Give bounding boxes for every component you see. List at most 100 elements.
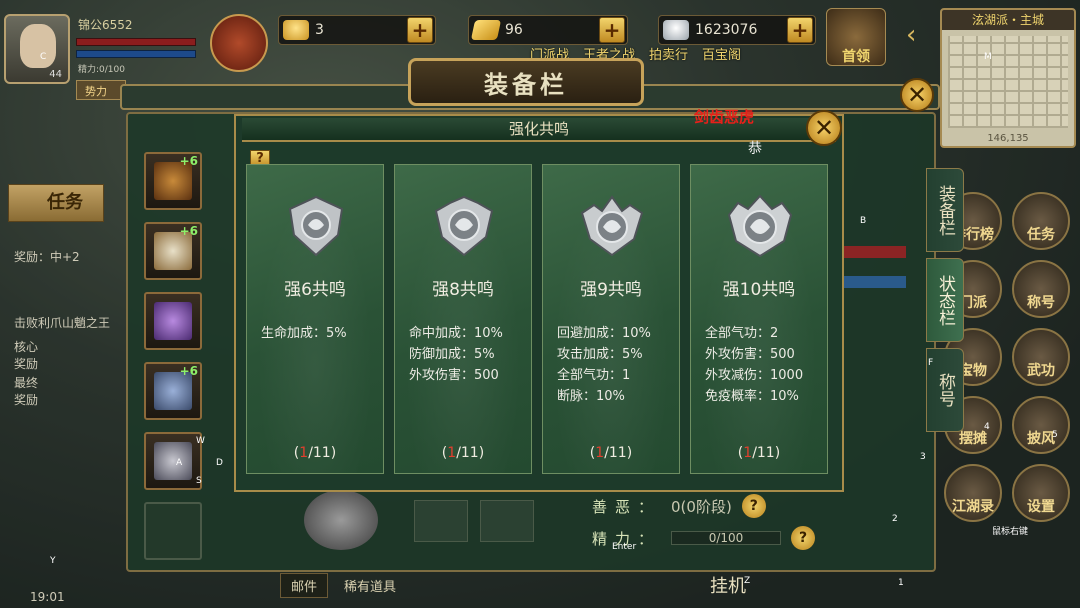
resonance-card-8[interactable]: 强8共鸣 命中加成：10% 防御加成：5% 外攻伤害：500 (1/11): [394, 164, 532, 474]
auto-battle-button[interactable]: 挂机: [710, 572, 746, 598]
equipment-panel-title: 装备栏: [408, 58, 644, 106]
tab-equipment[interactable]: 装备栏: [926, 168, 964, 252]
weapon-icon: [154, 442, 192, 480]
target-name: 剑齿恶虎: [694, 108, 755, 126]
resonance-card-10[interactable]: 强10共鸣 全部气功：2 外攻伤害：500 外攻减伤：1000 免疫概率：10%…: [690, 164, 828, 474]
equipment-side-tabs: 装备栏 状态栏 称号: [926, 168, 964, 432]
gold-ingot-icon: [283, 20, 309, 40]
card-title: 强6共鸣: [284, 280, 346, 300]
dialog-close-button[interactable]: ✕: [806, 110, 842, 146]
leader-label[interactable]: 首领: [826, 46, 886, 66]
stat-line: 防御加成：5%: [409, 347, 495, 362]
player-name: 锦公6552: [78, 18, 133, 32]
add-silver-button[interactable]: +: [787, 17, 813, 43]
equip-slot-empty[interactable]: [144, 502, 202, 560]
progress-current: 1: [595, 445, 605, 461]
progress-current: 1: [743, 445, 753, 461]
equip-aux-slots: [414, 500, 534, 542]
add-gold-bar-button[interactable]: +: [599, 17, 625, 43]
karma-help-icon[interactable]: ?: [741, 494, 766, 518]
title-button[interactable]: 称号: [1012, 260, 1070, 318]
karma-value: 0(0阶段): [671, 497, 732, 516]
stat-line: 生命加成：5%: [261, 326, 347, 341]
key-hint: 1: [898, 578, 904, 588]
player-avatar[interactable]: 44: [4, 14, 70, 84]
add-gold-ingot-button[interactable]: +: [407, 17, 433, 43]
cloak-button[interactable]: 披风: [1012, 396, 1070, 454]
stat-line: 免疫概率：10%: [705, 389, 799, 404]
reward-text: 奖励：中+2: [14, 250, 80, 264]
top-menu-item[interactable]: 拍卖行: [649, 44, 688, 63]
player-energy: 精力:0/100: [78, 65, 125, 75]
key-hint: D: [216, 458, 223, 468]
karma-label: 善恶：: [592, 497, 662, 516]
enhance-level: +6: [179, 224, 198, 238]
key-hint: Y: [50, 556, 56, 566]
top-menu-item[interactable]: 百宝阁: [702, 44, 741, 63]
card-title: 强10共鸣: [722, 280, 796, 300]
silver-shield-badge-icon: [288, 195, 344, 257]
martial-arts-button[interactable]: 武功: [1012, 328, 1070, 386]
tab-status[interactable]: 状态栏: [926, 258, 964, 342]
equip-slot-bow[interactable]: +6: [144, 152, 202, 210]
resonance-card-9[interactable]: 强9共鸣 回避加成：10% 攻击加成：5% 全部气功：1 断脉：10% (1/1…: [542, 164, 680, 474]
equip-slot-ornament[interactable]: [144, 292, 202, 350]
minimap-title: 泫湖派・主城: [942, 10, 1074, 30]
aux-slot[interactable]: [480, 500, 534, 542]
resonance-card-6[interactable]: 强6共鸣 生命加成：5% (1/11): [246, 164, 384, 474]
currency-silver: 1623076 +: [658, 15, 816, 45]
game-time: 19:01: [30, 590, 65, 604]
stat-line: 外攻伤害：500: [705, 347, 795, 362]
collapse-arrow-icon[interactable]: ‹: [906, 20, 916, 50]
key-hint: 鼠标右键: [992, 527, 1029, 537]
equip-slot-weapon[interactable]: [144, 432, 202, 490]
currency-value: 1623076: [695, 22, 758, 38]
equipment-close-button[interactable]: ✕: [900, 78, 934, 112]
rare-items-label[interactable]: 稀有道具: [344, 576, 396, 595]
progress-total: /11: [456, 445, 479, 461]
progress-total: /11: [752, 445, 775, 461]
mail-button[interactable]: 邮件: [280, 572, 329, 598]
stat-line: 命中加成：10%: [409, 326, 503, 341]
stat-line: 全部气功：2: [705, 326, 779, 341]
faction-emblem-icon[interactable]: [210, 14, 268, 72]
task-button[interactable]: 任务: [1012, 192, 1070, 250]
energy-help-icon[interactable]: ?: [791, 526, 816, 550]
currency-gold-bar: 96 +: [468, 15, 628, 45]
bottom-bar: 邮件 稀有道具: [280, 570, 900, 600]
jianghu-record-button[interactable]: 江湖录: [944, 464, 1002, 522]
card-title: 强8共鸣: [432, 280, 494, 300]
stat-line: 全部气功：1: [557, 368, 631, 383]
key-hint: B: [860, 216, 867, 226]
quest-text[interactable]: 击败利爪山魈之王: [14, 314, 110, 331]
button-label: 披风: [1027, 431, 1055, 447]
equip-slot-ring[interactable]: +6: [144, 362, 202, 420]
key-hint: 2: [892, 514, 898, 524]
stat-line: 断脉：10%: [557, 389, 625, 404]
settings-button[interactable]: 设置: [1012, 464, 1070, 522]
minimap[interactable]: 泫湖派・主城 146,135: [940, 8, 1076, 148]
force-tag[interactable]: 势力: [76, 80, 126, 100]
final-reward-label: 最终奖励: [14, 376, 39, 407]
quest-button[interactable]: 任务: [8, 184, 104, 222]
progress-current: 1: [299, 445, 309, 461]
equip-slot-armor[interactable]: +6: [144, 222, 202, 280]
stat-line: 回避加成：10%: [557, 326, 651, 341]
key-hint: S: [196, 476, 202, 486]
card-progress: (1/11): [737, 445, 781, 461]
winged-silver-badge-icon: [580, 195, 644, 257]
button-label: 设置: [1027, 499, 1055, 515]
card-stats: 全部气功：2 外攻伤害：500 外攻减伤：1000 免疫概率：10%: [705, 323, 803, 407]
card-title: 强9共鸣: [580, 280, 642, 300]
ornament-icon: [154, 302, 192, 340]
stat-bar-red: [842, 246, 906, 258]
card-progress: (1/11): [293, 445, 337, 461]
aux-slot[interactable]: [414, 500, 468, 542]
currency-gold-ingot: 3 +: [278, 15, 436, 45]
forge-anvil-icon[interactable]: [304, 490, 378, 550]
equipment-slots: +6 +6 +6: [144, 152, 202, 560]
stat-line: 外攻减伤：1000: [705, 368, 804, 383]
hp-bar: [76, 38, 196, 46]
card-progress: (1/11): [589, 445, 633, 461]
stat-bar-blue: [842, 276, 906, 288]
